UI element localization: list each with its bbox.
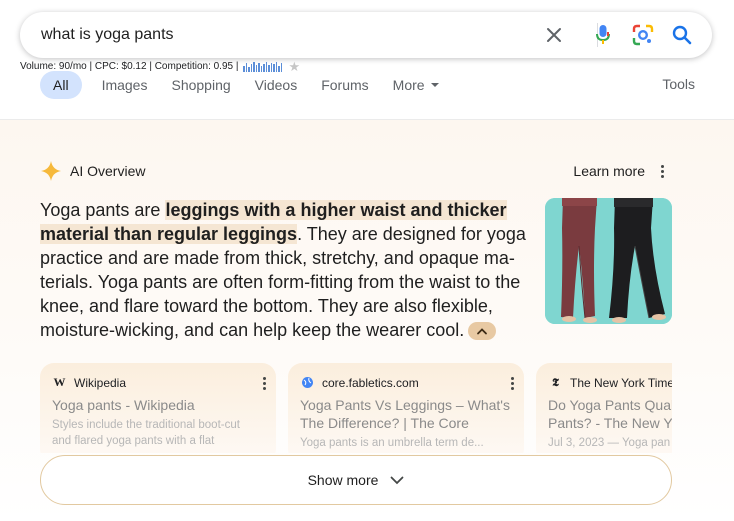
microphone-icon[interactable]	[591, 23, 615, 47]
source-snippet: Jul 3, 2023 — Yoga pan	[548, 437, 671, 449]
chevron-up-icon	[477, 328, 488, 335]
collapse-button[interactable]	[468, 322, 497, 341]
source-site-name: core.fabletics.com	[322, 375, 419, 390]
source-title-line2[interactable]: Pants? - The New Yo	[548, 414, 672, 432]
nytimes-icon: 𝕿	[552, 375, 559, 389]
google-lens-icon[interactable]	[631, 23, 655, 47]
source-snippet-line2: and flared yoga pants with a flat	[52, 435, 215, 447]
wikipedia-icon: W	[53, 375, 66, 389]
show-more-button[interactable]: Show more	[40, 455, 672, 505]
more-options-icon[interactable]	[660, 165, 664, 178]
tab-videos[interactable]: Videos	[255, 77, 298, 93]
source-title-line2[interactable]: The Difference? | The Core	[300, 414, 512, 432]
chevron-down-icon	[391, 476, 404, 484]
ai-overview-title: AI Overview	[70, 163, 146, 179]
tab-forums[interactable]: Forums	[321, 77, 368, 93]
tab-more[interactable]: More	[393, 77, 439, 93]
clear-icon[interactable]	[542, 23, 566, 47]
search-icon[interactable]	[670, 23, 694, 47]
source-snippet: Styles include the traditional boot-cut	[52, 419, 240, 431]
search-results-page: what is yoga pants Volume: 90/mo | CPC: …	[0, 0, 734, 521]
source-site: W Wikipedia	[52, 375, 264, 390]
search-box[interactable]: what is yoga pants	[20, 12, 712, 58]
source-site-name: Wikipedia	[74, 375, 127, 390]
source-title[interactable]: Yoga pants - Wikipedia	[52, 396, 264, 414]
ai-overview: AI Overview Learn more Yoga pants are le…	[0, 120, 734, 521]
source-card-nytimes[interactable]: 𝕿 The New York Times Do Yoga Pants Quali…	[536, 363, 672, 453]
tab-images[interactable]: Images	[102, 77, 148, 93]
source-site-name: The New York Times	[570, 375, 672, 390]
globe-icon	[300, 375, 315, 390]
learn-more-link[interactable]: Learn more	[573, 163, 645, 179]
tab-shopping[interactable]: Shopping	[171, 77, 230, 93]
ai-overview-text: Yoga pants are leggings with a higher wa…	[40, 198, 540, 342]
chevron-down-icon	[430, 83, 439, 87]
source-site: core.fabletics.com	[300, 375, 512, 390]
source-cards: W Wikipedia Yoga pants - Wikipedia Style…	[40, 363, 672, 453]
search-tabs: All Images Shopping Videos Forums More	[40, 70, 463, 100]
show-more-label: Show more	[307, 472, 379, 488]
source-card-wikipedia[interactable]: W Wikipedia Yoga pants - Wikipedia Style…	[40, 363, 276, 453]
ai-text-intro: Yoga pants are	[40, 200, 166, 220]
tab-all[interactable]: All	[40, 71, 82, 99]
yoga-pants-image[interactable]	[545, 198, 672, 324]
source-snippet: Yoga pants is an umbrella term de...	[300, 437, 484, 449]
source-options-icon[interactable]	[510, 377, 514, 390]
source-site: 𝕿 The New York Times	[548, 375, 672, 390]
ai-overview-header: AI Overview	[40, 160, 145, 182]
source-card-fabletics[interactable]: core.fabletics.com Yoga Pants Vs Legging…	[288, 363, 524, 453]
source-options-icon[interactable]	[262, 377, 266, 390]
tab-more-label: More	[392, 77, 425, 93]
tools-button[interactable]: Tools	[662, 76, 695, 92]
sparkle-icon	[41, 161, 61, 181]
source-title[interactable]: Yoga Pants Vs Leggings – What's	[300, 396, 512, 414]
source-title[interactable]: Do Yoga Pants Quali	[548, 396, 672, 414]
